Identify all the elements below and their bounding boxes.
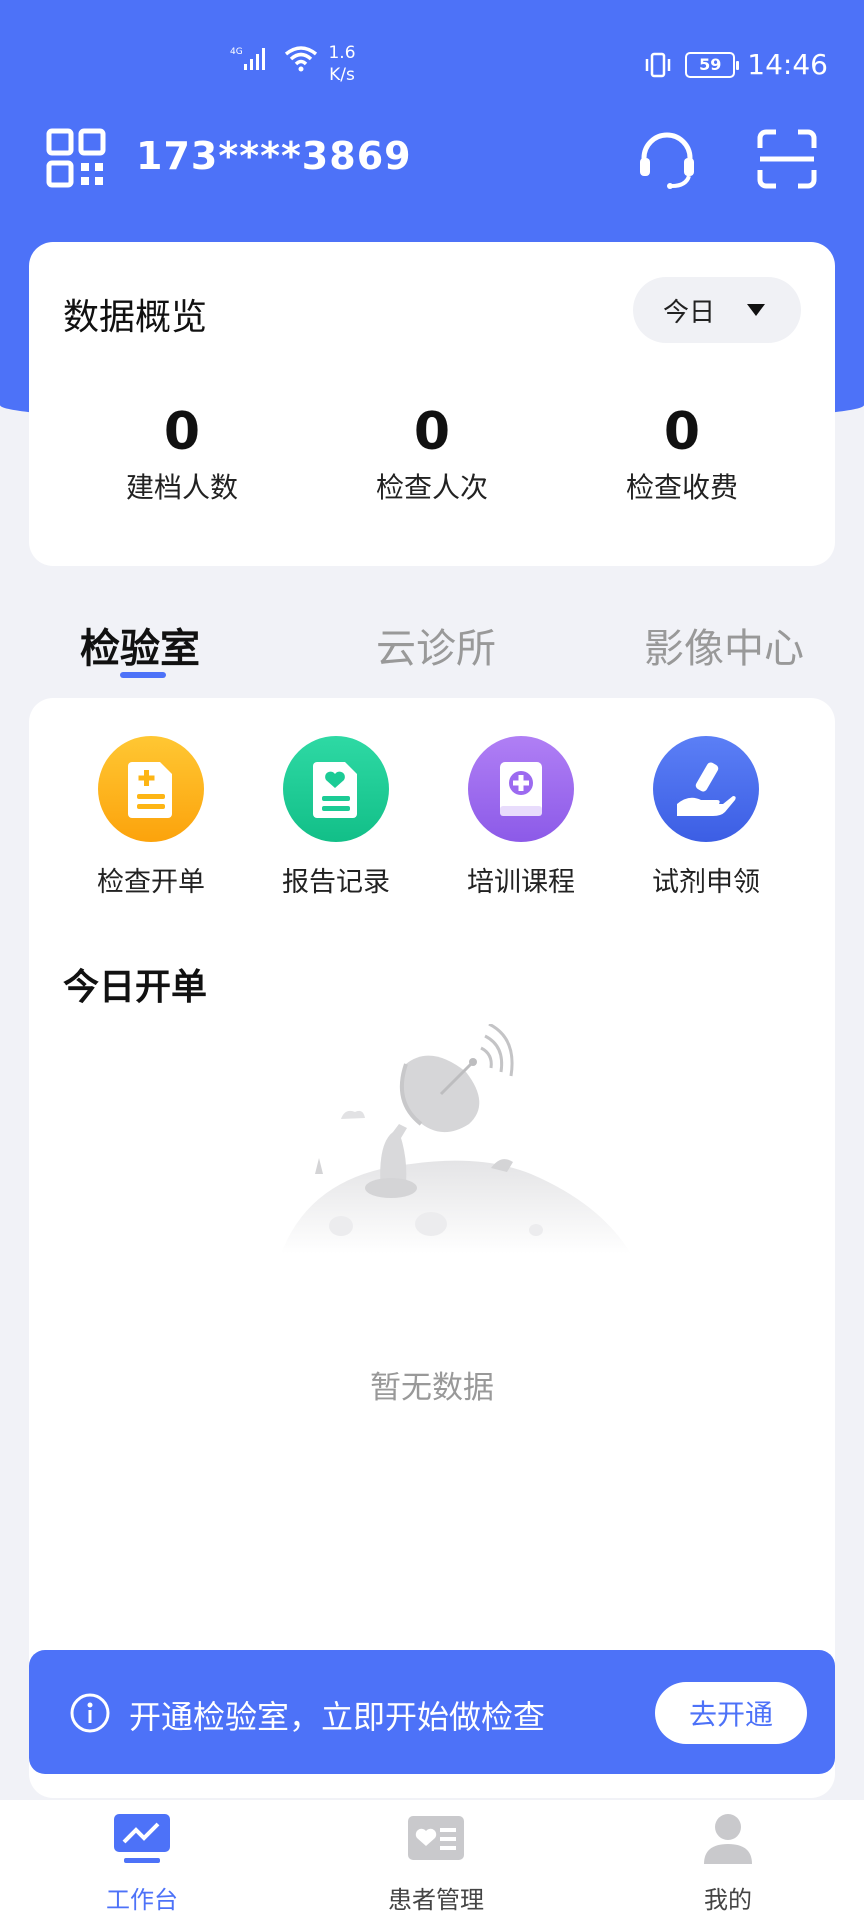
user-icon xyxy=(704,1814,752,1864)
dashboard-icon xyxy=(114,1814,170,1863)
date-filter-value: 今日 xyxy=(663,297,716,328)
tab-cloud-clinic[interactable]: 云诊所 xyxy=(376,616,496,674)
banner-text: 开通检验室，立即开始做检查 xyxy=(129,1698,546,1736)
info-icon xyxy=(70,1693,110,1733)
lab-content-card: 检查开单 报告记录 培训课程 试剂申领 今日开单 暂无数据 xyxy=(29,698,835,1798)
nav-workbench[interactable]: 工作台 xyxy=(62,1810,222,1915)
stat-exam-fee: 0 检查收费 xyxy=(582,402,782,506)
nav-profile[interactable]: 我的 xyxy=(648,1810,808,1915)
activate-lab-banner: 开通检验室，立即开始做检查 去开通 xyxy=(29,1650,835,1774)
stat-label: 检查人次 xyxy=(375,471,488,504)
function-label: 报告记录 xyxy=(282,867,390,898)
dropdown-arrow-icon xyxy=(747,304,765,316)
test-tube-hand-icon xyxy=(653,736,759,842)
function-label: 试剂申领 xyxy=(652,867,760,898)
stat-archived-count: 0 建档人数 xyxy=(82,402,282,506)
stat-label: 建档人数 xyxy=(125,471,238,504)
battery-level: 59 xyxy=(699,55,722,74)
scan-icon[interactable] xyxy=(756,128,818,190)
network-speed: 1.6 K/s xyxy=(326,42,358,86)
stat-value: 0 xyxy=(413,402,451,462)
tab-lab[interactable]: 检验室 xyxy=(80,616,200,674)
tab-imaging-center[interactable]: 影像中心 xyxy=(644,616,804,674)
cellular-signal-icon: 4G xyxy=(230,47,265,70)
active-tab-indicator xyxy=(120,672,166,678)
stat-value: 0 xyxy=(663,402,701,462)
satellite-dish-empty-illustration xyxy=(281,1024,631,1254)
function-exam-order[interactable]: 检查开单 xyxy=(81,736,221,899)
nav-label: 工作台 xyxy=(106,1886,178,1914)
function-label: 检查开单 xyxy=(97,867,205,898)
function-report-records[interactable]: 报告记录 xyxy=(266,736,406,899)
function-reagent-request[interactable]: 试剂申领 xyxy=(636,736,776,899)
medical-book-icon xyxy=(468,736,574,842)
data-overview-card: 数据概览 今日 0 建档人数 0 检查人次 0 检查收费 xyxy=(29,242,835,566)
stat-value: 0 xyxy=(163,402,201,462)
document-plus-icon xyxy=(98,736,204,842)
qr-code-icon[interactable] xyxy=(46,128,106,188)
nav-label: 患者管理 xyxy=(388,1886,484,1914)
today-orders-title: 今日开单 xyxy=(63,967,208,1008)
heart-document-icon xyxy=(283,736,389,842)
wifi-icon xyxy=(284,46,318,72)
date-filter-dropdown[interactable]: 今日 xyxy=(633,277,801,343)
clock: 14:46 xyxy=(747,48,828,81)
bottom-navigation: 工作台 患者管理 我的 xyxy=(0,1800,864,1920)
overview-title: 数据概览 xyxy=(63,297,208,338)
function-training-courses[interactable]: 培训课程 xyxy=(451,736,591,899)
patient-card-icon xyxy=(408,1816,464,1860)
svg-text:4G: 4G xyxy=(230,47,243,57)
stat-label: 检查收费 xyxy=(625,471,738,504)
nav-label: 我的 xyxy=(704,1886,752,1914)
customer-service-icon[interactable] xyxy=(636,128,698,190)
user-phone: 173****3869 xyxy=(136,134,412,178)
battery-indicator: 59 xyxy=(685,51,740,78)
status-bar: 4G 1.6 K/s 59 14:46 xyxy=(0,0,864,130)
empty-state-text: 暂无数据 xyxy=(370,1370,494,1406)
vibrate-icon xyxy=(646,52,671,77)
function-label: 培训课程 xyxy=(467,867,575,898)
nav-patient-management[interactable]: 患者管理 xyxy=(356,1810,516,1915)
network-status: 4G xyxy=(230,44,318,72)
speed-unit: K/s xyxy=(329,65,355,85)
stat-exam-count: 0 检查人次 xyxy=(332,402,532,506)
speed-value: 1.6 xyxy=(328,43,356,63)
activate-button[interactable]: 去开通 xyxy=(655,1682,807,1744)
